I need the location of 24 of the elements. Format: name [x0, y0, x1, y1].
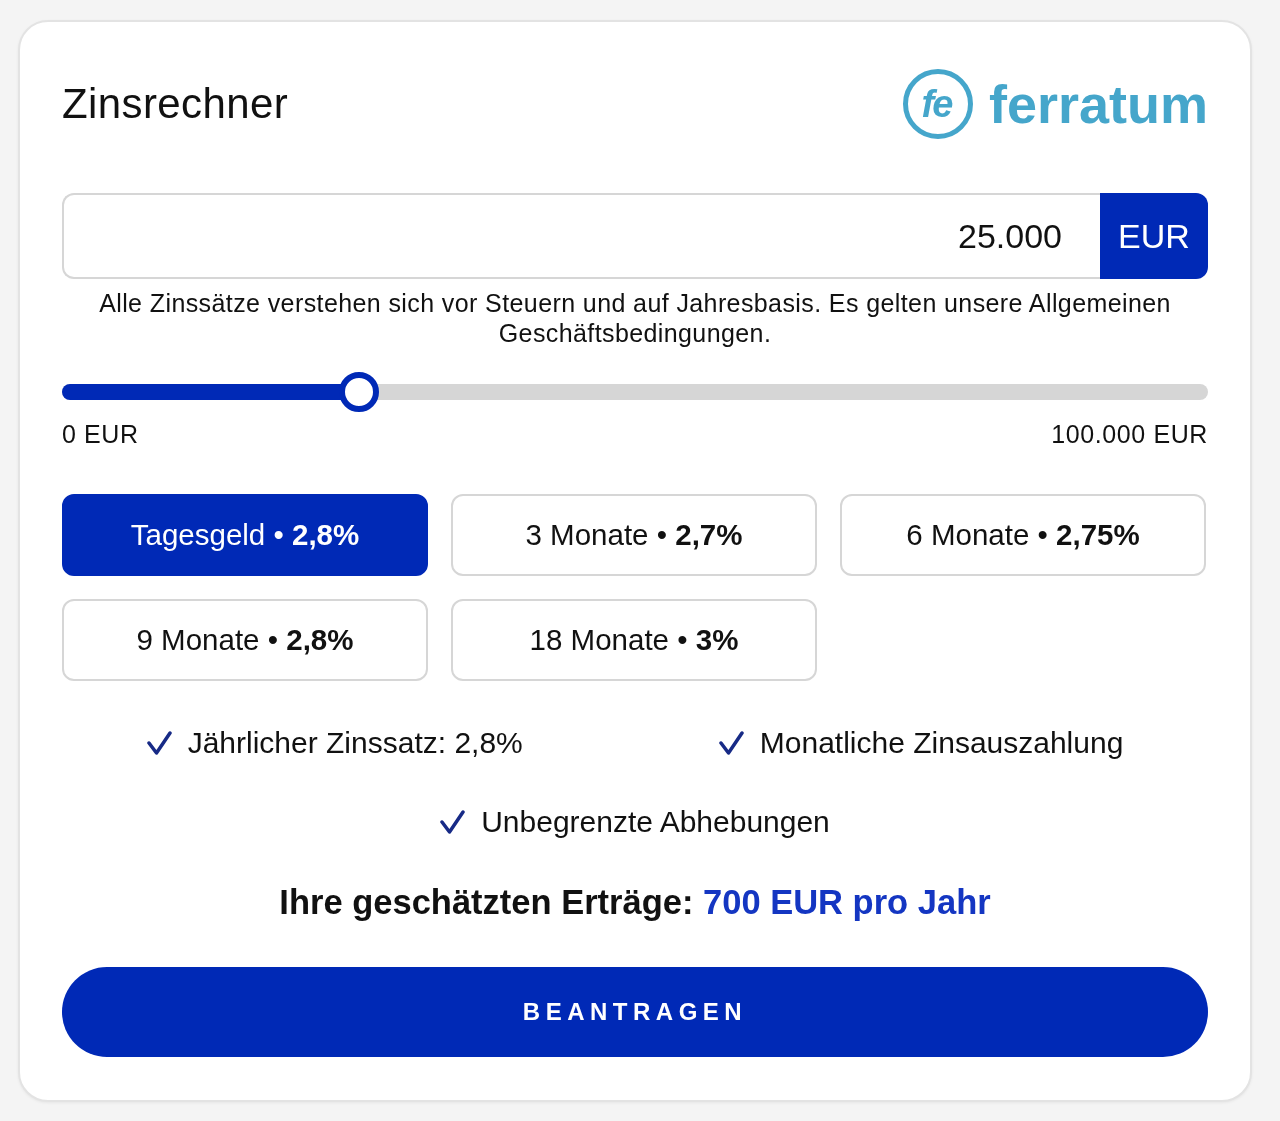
disclaimer-text: Alle Zinssätze verstehen sich vor Steuern und auf Jahresbasis. Es gelten unsere Allgemeinen Geschäftsbedingungen.: [98, 288, 1172, 348]
earnings-value: 700 EUR pro Jahr: [703, 883, 991, 921]
term-option[interactable]: 9 Monate • 2,8%: [62, 599, 428, 681]
term-option[interactable]: 3 Monate • 2,7%: [451, 494, 817, 576]
logo-mark: fe: [902, 69, 973, 139]
slider-thumb[interactable]: [338, 372, 379, 412]
term-option[interactable]: 6 Monate • 2,75%: [840, 494, 1206, 576]
currency-label: EUR: [1100, 193, 1208, 279]
logo-wordmark: ferratum: [988, 74, 1208, 134]
feature-text: Unbegrenzte Abhebungen: [481, 804, 830, 840]
earnings-label: Ihre geschätzten Erträge:: [279, 883, 694, 921]
check-icon: [440, 810, 466, 834]
calculator-title: Zinsrechner: [62, 79, 289, 129]
check-icon: [718, 731, 744, 755]
term-option[interactable]: 18 Monate • 3%: [451, 599, 817, 681]
slider-min-label: 0 EUR: [62, 420, 139, 448]
slider-track[interactable]: [62, 372, 1208, 412]
slider-max-label: 100.000 EUR: [1051, 420, 1208, 448]
amount-input[interactable]: 25.000: [62, 193, 1100, 279]
apply-button[interactable]: BEANTRAGEN: [62, 967, 1208, 1057]
check-icon: [146, 731, 172, 755]
term-option[interactable]: Tagesgeld • 2,8%: [62, 494, 428, 576]
feature-text: Monatliche Zinsauszahlung: [759, 725, 1124, 761]
feature-text: Jährlicher Zinssatz: 2,8%: [187, 725, 523, 761]
